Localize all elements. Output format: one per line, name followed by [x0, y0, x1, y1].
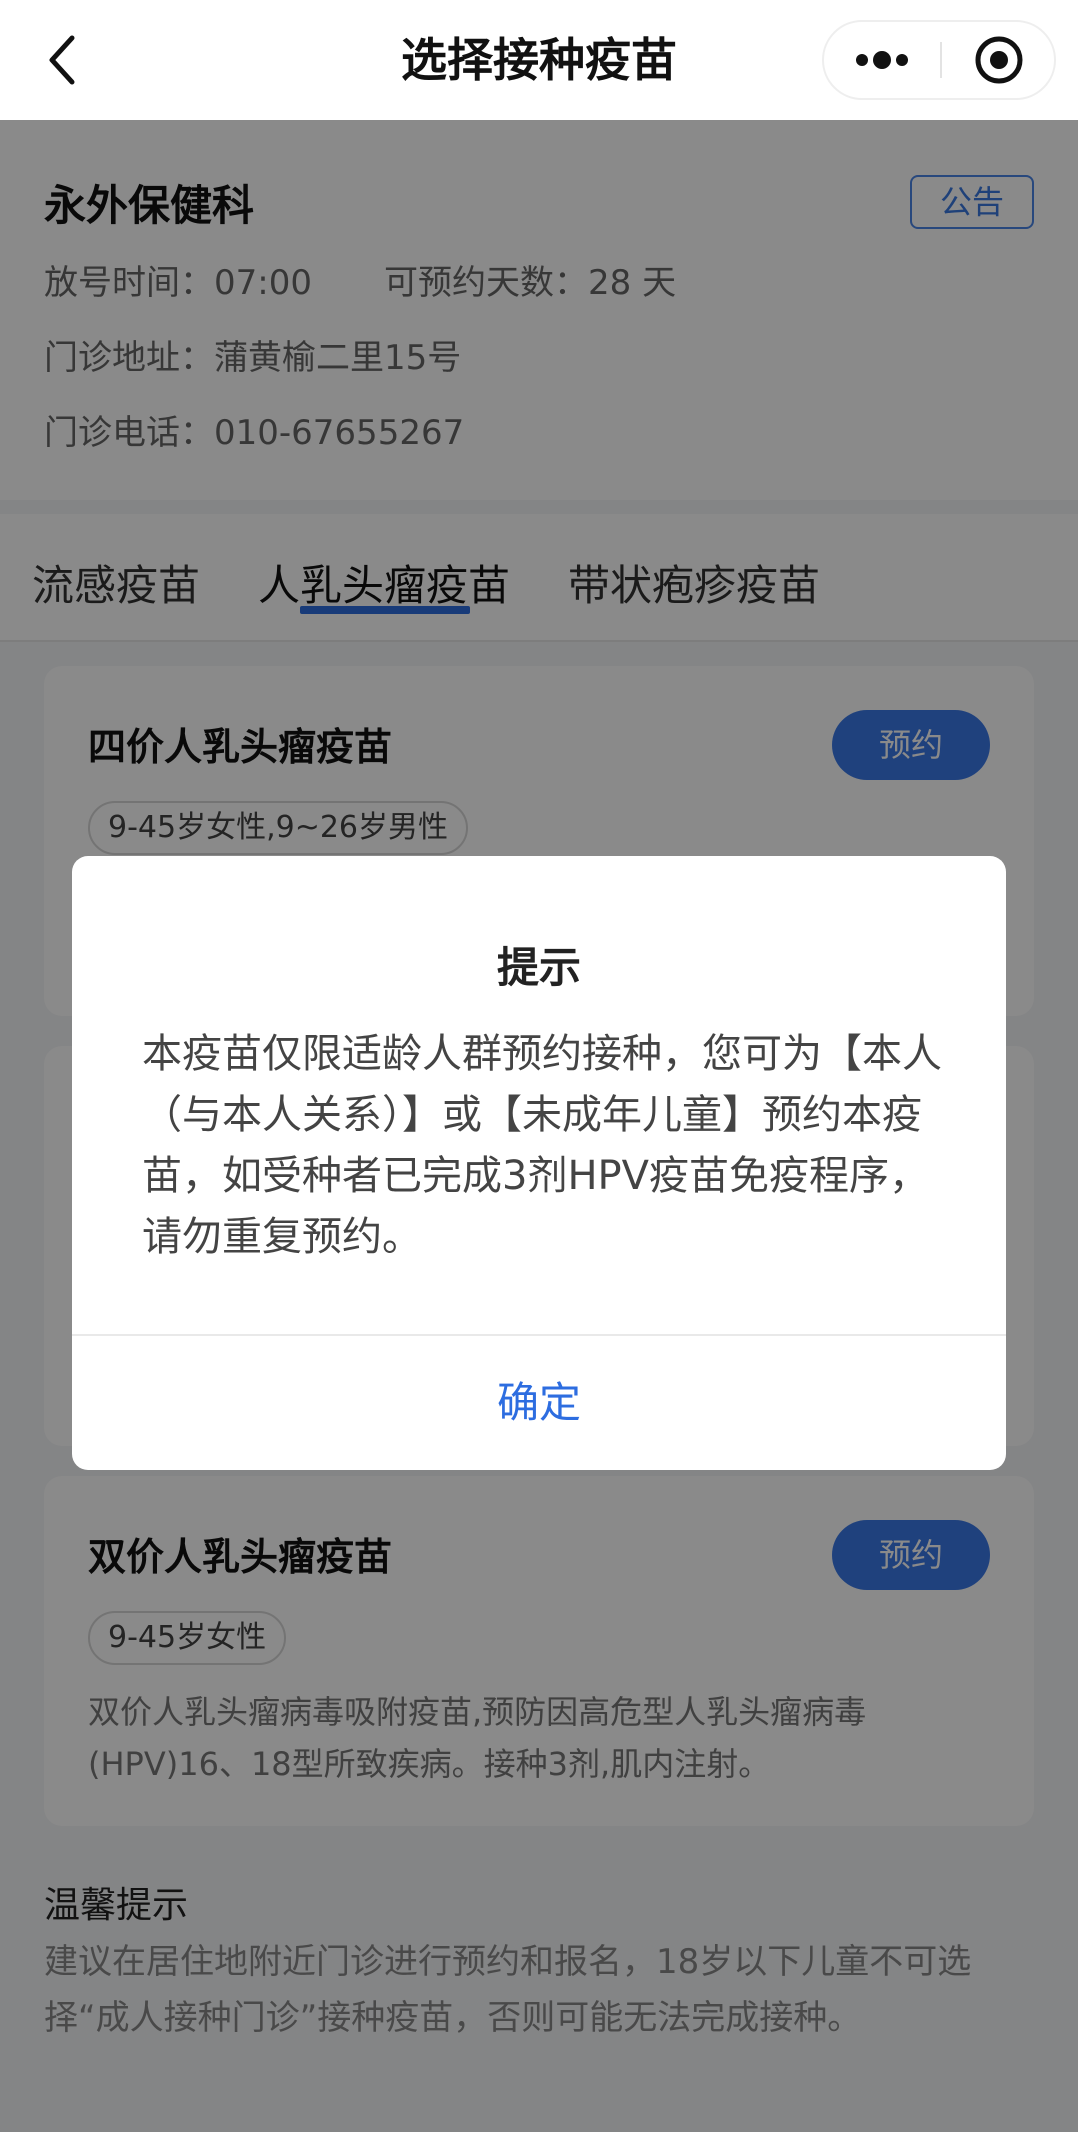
more-dots-icon [856, 51, 908, 69]
more-button[interactable] [824, 22, 940, 98]
nav-bar: 选择接种疫苗 [0, 0, 1078, 120]
dialog-title: 提示 [496, 943, 581, 992]
close-mini-program-button[interactable] [942, 22, 1056, 98]
alert-dialog: 提示 本疫苗仅限适龄人群预约接种，您可为【本人（与本人关系）】或【未成年儿童】预… [72, 856, 1006, 1470]
target-circle-icon [975, 36, 1023, 84]
confirm-button[interactable]: 确定 [72, 1336, 1006, 1470]
dialog-message: 本疫苗仅限适龄人群预约接种，您可为【本人（与本人关系）】或【未成年儿童】预约本疫… [142, 1031, 942, 1260]
mini-program-capsule [822, 20, 1056, 100]
